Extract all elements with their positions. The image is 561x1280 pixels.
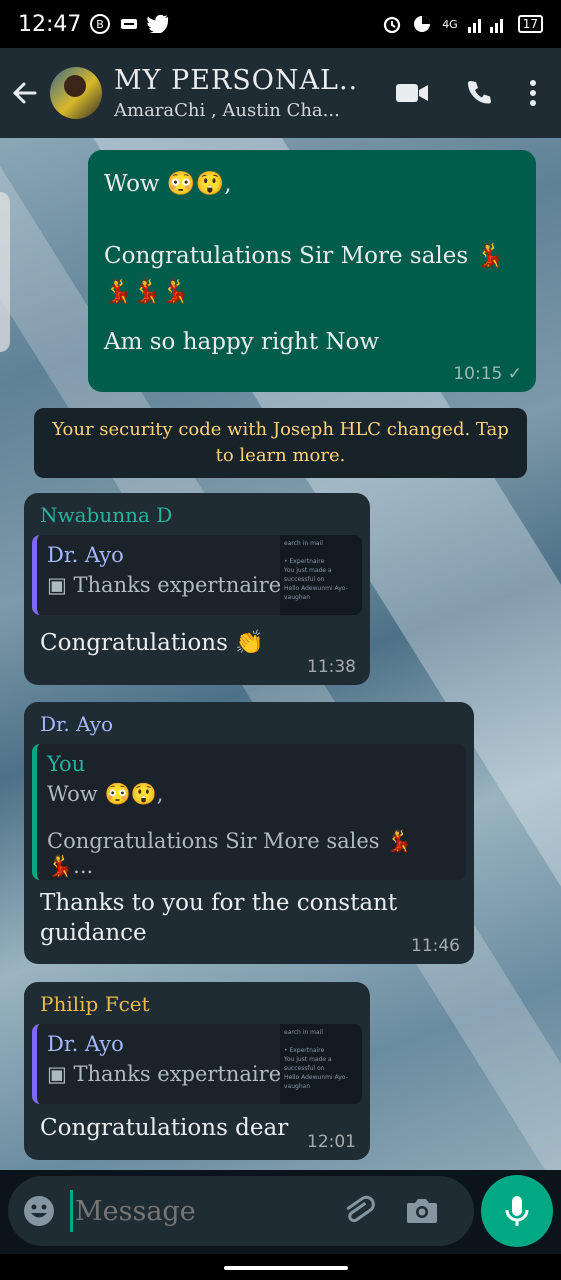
message-text: Thanks to you for the constant guidance	[40, 890, 398, 946]
group-avatar[interactable]	[50, 67, 102, 119]
message-line: Congratulations Sir More sales 💃	[104, 243, 505, 269]
chat-title: MY PERSONAL...	[114, 65, 359, 96]
video-call-icon[interactable]	[395, 82, 429, 104]
voice-message-button[interactable]	[481, 1175, 553, 1247]
back-button[interactable]	[0, 79, 50, 107]
camera-icon[interactable]	[405, 1196, 439, 1226]
signal-icon	[467, 19, 503, 33]
more-vert-icon[interactable]	[529, 79, 537, 107]
battery-indicator: 17	[517, 15, 543, 33]
chat-info[interactable]: MY PERSONAL... AmaraChi , Austin Cha...	[114, 65, 359, 121]
quote-thumbnail: earch in mail • Expertnaire You just mad…	[280, 535, 362, 615]
incoming-message[interactable]: Nwabunna D Dr. Ayo ▣ Thanks expertnaire …	[24, 493, 370, 685]
text-cursor	[70, 1190, 73, 1232]
incoming-message[interactable]: Dr. Ayo You Wow 😳😲, Congratulations Sir …	[24, 702, 474, 964]
emoji-icon[interactable]	[22, 1194, 56, 1228]
quoted-message[interactable]: You Wow 😳😲, Congratulations Sir More sal…	[32, 744, 466, 880]
security-code-notice[interactable]: Your security code with Joseph HLC chang…	[34, 408, 527, 478]
back-arrow-icon	[12, 82, 37, 104]
phone-icon[interactable]	[465, 79, 493, 107]
mic-icon	[505, 1196, 529, 1226]
twitter-icon	[147, 15, 169, 33]
system-nav-bar	[0, 1254, 561, 1280]
message-text: Congratulations 👏	[40, 630, 264, 656]
chat-participants: AmaraChi , Austin Cha...	[114, 100, 340, 121]
message-input-bar	[8, 1176, 474, 1246]
chat-area[interactable]: Wow 😳😲, Congratulations Sir More sales 💃…	[0, 138, 561, 1170]
message-line: Am so happy right Now	[104, 329, 380, 355]
message-input[interactable]	[75, 1195, 335, 1227]
home-handle[interactable]	[224, 1266, 348, 1270]
quote-thumbnail: earch in mail • Expertnaire You just mad…	[280, 1024, 362, 1104]
app-notification-icon: B	[90, 14, 111, 34]
sender-name: Nwabunna D	[40, 503, 173, 527]
message-notification-icon	[121, 19, 138, 29]
quoted-message[interactable]: Dr. Ayo ▣ Thanks expertnaire earch in ma…	[32, 1024, 362, 1104]
message-time: 10:15 ✓	[453, 364, 522, 384]
message-line: 💃💃💃	[104, 279, 190, 305]
message-time: 12:01	[307, 1132, 356, 1152]
attach-icon[interactable]	[341, 1194, 375, 1228]
quote-author: You	[47, 752, 86, 776]
status-bar: 12:47 B 4G 17	[0, 0, 561, 48]
sender-name: Dr. Ayo	[40, 712, 114, 736]
status-time: 12:47	[18, 11, 82, 37]
sender-name: Philip Fcet	[40, 992, 150, 1016]
outgoing-message[interactable]: Wow 😳😲, Congratulations Sir More sales 💃…	[88, 150, 536, 392]
svg-text:B: B	[97, 18, 105, 31]
data-saver-icon	[414, 16, 431, 32]
message-time: 11:46	[411, 936, 460, 956]
incoming-message[interactable]: Philip Fcet Dr. Ayo ▣ Thanks expertnaire…	[24, 982, 370, 1160]
message-line: Wow 😳😲,	[104, 171, 232, 197]
quote-text: Congratulations Sir More sales 💃💃...	[47, 829, 413, 878]
quoted-message[interactable]: Dr. Ayo ▣ Thanks expertnaire earch in ma…	[32, 535, 362, 615]
alarm-icon	[384, 16, 401, 34]
network-type: 4G	[442, 17, 458, 31]
chat-header: MY PERSONAL... AmaraChi , Austin Cha...	[0, 48, 561, 138]
quote-text: Wow 😳😲,	[47, 782, 164, 806]
notice-text: Your security code with Joseph HLC chang…	[52, 419, 509, 466]
side-tab	[0, 192, 10, 352]
message-time: 11:38	[307, 657, 356, 677]
